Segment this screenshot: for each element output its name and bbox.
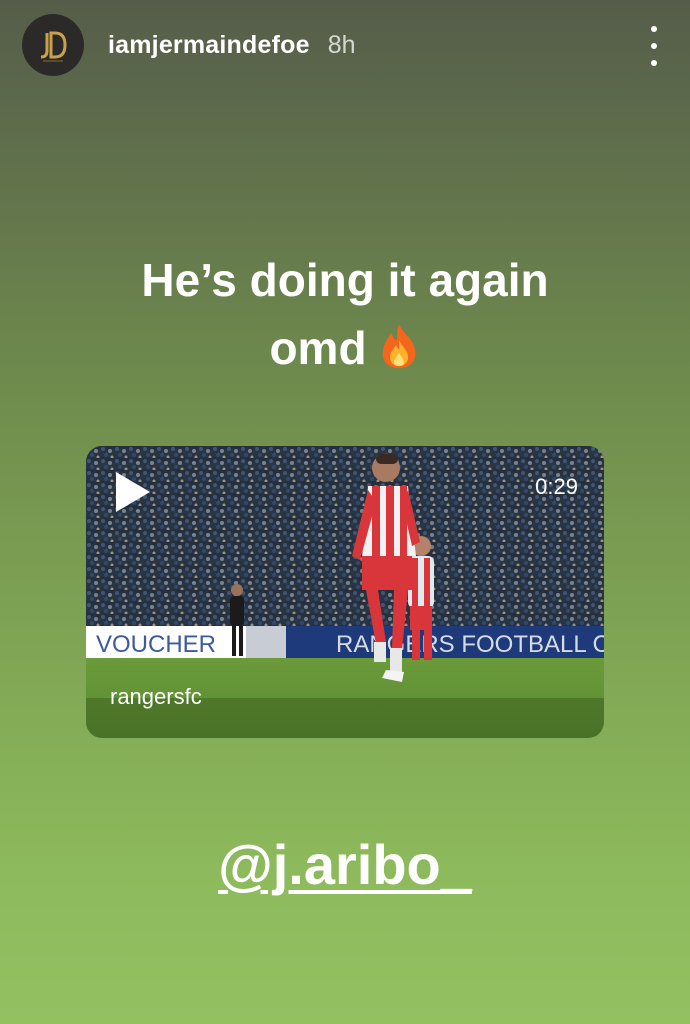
ad-banner-left: VOUCHER <box>96 631 216 658</box>
video-duration: 0:29 <box>535 474 578 499</box>
fire-icon <box>377 320 421 388</box>
mention-link[interactable]: @j.aribo_ <box>218 833 472 896</box>
jd-logo-icon <box>40 31 67 62</box>
more-vertical-icon-dot <box>651 43 657 49</box>
story-username[interactable]: iamjermaindefoe <box>108 31 310 60</box>
video-source-account[interactable]: rangersfc <box>110 684 202 710</box>
story-timestamp: 8h <box>327 30 356 59</box>
caption-line-2: omd <box>0 314 690 388</box>
more-vertical-icon <box>651 26 657 32</box>
story-caption: He’s doing it again omd <box>0 246 690 388</box>
caption-line-1: He’s doing it again <box>141 254 549 306</box>
more-options-button[interactable] <box>640 26 668 66</box>
mention-sticker: @j.aribo_ <box>0 832 690 897</box>
play-icon[interactable] <box>112 470 152 514</box>
more-vertical-icon-dot <box>651 60 657 66</box>
story-header: iamjermaindefoe 8h <box>22 14 668 76</box>
instagram-story: iamjermaindefoe 8h He’s doing it again o… <box>0 0 690 1024</box>
profile-avatar[interactable] <box>22 14 84 76</box>
caption-line-2-text: omd <box>269 322 367 374</box>
shared-video-card[interactable]: VOUCHER RANGERS FOOTBALL CL 0:29 rangers… <box>86 446 604 738</box>
